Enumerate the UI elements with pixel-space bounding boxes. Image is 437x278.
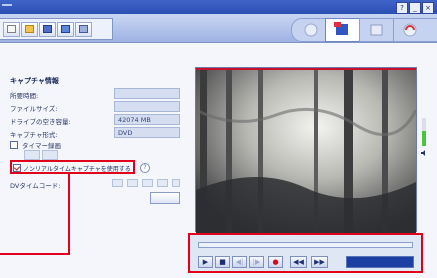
capture-format-label: キャプチャ形式: <box>10 131 58 139</box>
callout-line-vertical <box>68 174 70 254</box>
capture-window: ? _ × キャプチャ情報 所要時間: ファイルサイズ: ドライブの空き容量: … <box>0 0 437 278</box>
save-as-button[interactable] <box>57 22 74 37</box>
timecode-minutes <box>127 179 138 187</box>
timecode-seconds <box>142 179 153 187</box>
duration-label: 所要時間: <box>10 92 39 100</box>
help-window-button[interactable]: ? <box>396 2 408 14</box>
page-icon <box>7 25 16 33</box>
timer-record-checkbox[interactable] <box>10 141 18 149</box>
nonrealtime-checkbox[interactable] <box>13 164 21 172</box>
timer-record-label: タイマー録画 <box>22 142 61 150</box>
nonrealtime-label: ノンリアルタイムキャプチャを使用する <box>23 166 131 173</box>
timecode-frames <box>157 179 168 187</box>
mode-tabs <box>291 18 437 42</box>
prev-frame-button[interactable]: ◀| <box>232 256 247 268</box>
open-project-button[interactable] <box>21 22 38 37</box>
rewind-button[interactable]: ◀◀ <box>290 256 307 268</box>
file-size-label: ファイルサイズ: <box>10 105 58 113</box>
toolbar-button-strip <box>0 18 113 40</box>
disk-arrow-icon <box>61 25 70 33</box>
callout-line-horizontal <box>0 253 70 255</box>
audio-level-meter <box>422 118 426 146</box>
timer-hours-box[interactable] <box>24 150 40 160</box>
tab-output-mode[interactable] <box>393 18 437 42</box>
output-disc-icon <box>403 23 417 37</box>
timer-minutes-box[interactable] <box>42 150 58 160</box>
save-project-button[interactable] <box>39 22 56 37</box>
fast-forward-button[interactable]: ▶▶ <box>311 256 328 268</box>
import-button[interactable] <box>75 22 92 37</box>
dv-timecode-label: DVタイムコード: <box>10 182 61 190</box>
seek-bar[interactable] <box>198 242 413 248</box>
minimize-button[interactable]: _ <box>409 2 421 14</box>
film-icon <box>79 25 88 33</box>
duration-field <box>114 88 180 99</box>
title-bar: ? _ × <box>0 0 437 14</box>
folder-icon <box>25 25 34 33</box>
stop-button[interactable]: ■ <box>215 256 230 268</box>
speaker-icon[interactable] <box>421 150 427 156</box>
tab-capture-mode[interactable] <box>291 18 326 42</box>
tab-edit-mode[interactable] <box>325 18 360 42</box>
title-grip <box>2 4 12 6</box>
timeline-icon <box>370 24 383 36</box>
record-button[interactable]: ● <box>268 256 283 268</box>
video-preview <box>195 67 417 233</box>
preview-image <box>196 70 416 233</box>
capture-format-field: DVD <box>114 127 180 138</box>
disc-icon <box>304 23 318 37</box>
clip-edit-icon <box>334 22 348 35</box>
timecode-hours <box>112 179 123 187</box>
close-button[interactable]: × <box>422 2 434 14</box>
disk-icon <box>43 25 52 33</box>
audio-level-fill <box>422 130 426 146</box>
file-size-field <box>114 101 180 112</box>
control-display <box>346 256 414 268</box>
capture-info-title: キャプチャ情報 <box>10 77 59 85</box>
new-project-button[interactable] <box>3 22 20 37</box>
play-button[interactable]: ▶ <box>198 256 213 268</box>
tab-timeline-mode[interactable] <box>359 18 394 42</box>
free-space-label: ドライブの空き容量: <box>10 118 71 126</box>
transport-controls: ▶ ■ ◀| |▶ ● ◀◀ ▶▶ <box>188 233 423 273</box>
toolbar <box>0 14 437 43</box>
help-icon[interactable]: ? <box>140 163 150 173</box>
next-frame-button[interactable]: |▶ <box>249 256 264 268</box>
timecode-extra <box>172 179 180 187</box>
free-space-field: 42074 MB <box>114 114 180 125</box>
timecode-apply-button[interactable] <box>150 192 180 204</box>
